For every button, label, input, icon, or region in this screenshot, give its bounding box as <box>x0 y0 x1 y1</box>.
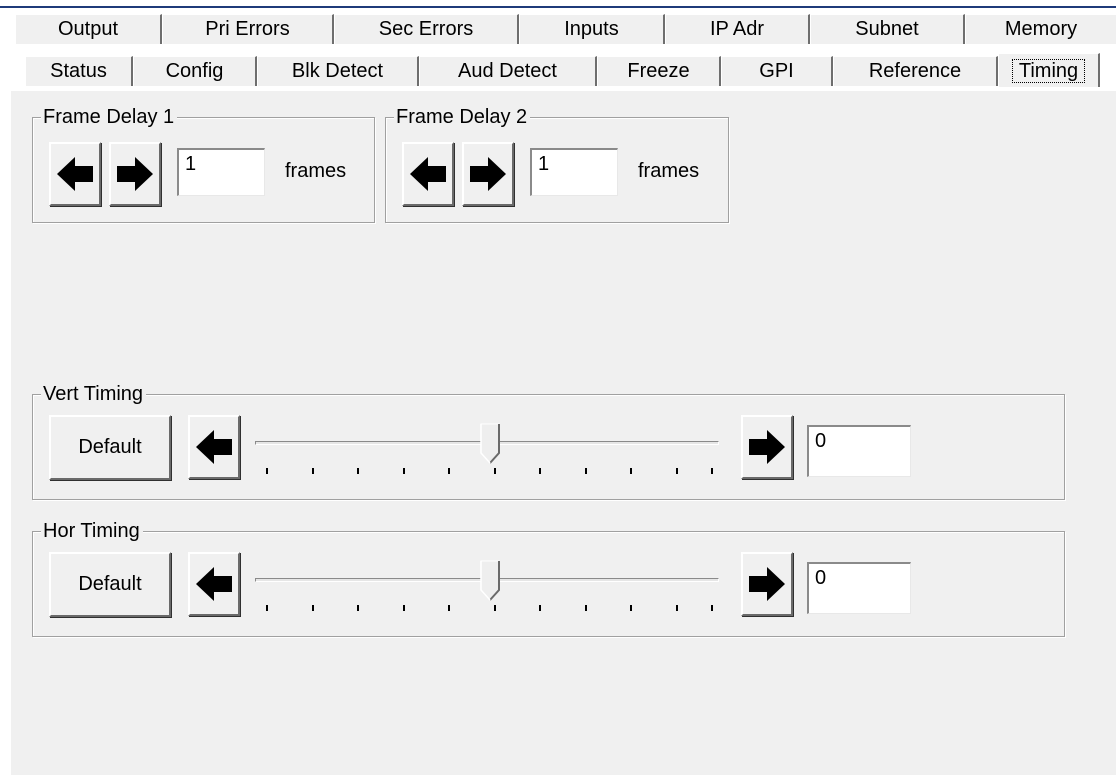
frame-delay-1-input[interactable]: 1 <box>177 148 265 196</box>
slider-tick <box>403 605 405 611</box>
tab-label: Pri Errors <box>205 18 290 40</box>
slider-thumb[interactable] <box>479 423 500 465</box>
tab-output[interactable]: Output <box>15 14 162 44</box>
tab-label: IP Adr <box>709 18 765 40</box>
unit-label: frames <box>285 160 347 182</box>
slider-tick <box>585 468 587 474</box>
slider-tick <box>539 468 541 474</box>
vert-timing-input[interactable]: 0 <box>807 425 911 477</box>
button-label: Default <box>78 436 142 458</box>
group-title: Frame Delay 1 <box>41 104 178 130</box>
arrow-left-icon <box>57 157 93 191</box>
frame-delay-2-group: Frame Delay 2 1 frames <box>385 104 729 223</box>
tab-label: Memory <box>1004 18 1078 40</box>
vert-default-button[interactable]: Default <box>49 415 171 480</box>
arrow-left-icon <box>196 430 232 464</box>
timing-panel: Frame Delay 1 1 frames Frame Delay 2 1 f… <box>10 90 1116 775</box>
slider-tick <box>448 605 450 611</box>
slider-tick <box>630 605 632 611</box>
slider-tick <box>312 468 314 474</box>
tab-reference[interactable]: Reference <box>833 56 998 86</box>
tab-label: Status <box>50 60 107 82</box>
slider-tick <box>676 605 678 611</box>
tab-label: Inputs <box>564 18 619 40</box>
button-label: Default <box>78 573 142 595</box>
hor-timing-group: Hor Timing Default 0 <box>32 518 1065 637</box>
increment-button[interactable] <box>462 142 514 206</box>
tab-label: Output <box>57 18 119 40</box>
vert-timing-group: Vert Timing Default 0 <box>32 381 1065 500</box>
hor-increment-button[interactable] <box>741 552 793 616</box>
tab-ip-adr[interactable]: IP Adr <box>665 14 810 44</box>
tab-memory[interactable]: Memory <box>965 14 1116 44</box>
arrow-right-icon <box>749 567 785 601</box>
hor-timing-slider[interactable] <box>255 560 723 620</box>
slider-thumb[interactable] <box>479 560 500 602</box>
slider-tick <box>403 468 405 474</box>
hor-decrement-button[interactable] <box>188 552 240 616</box>
tab-label: Timing <box>1011 58 1086 83</box>
window-top-border <box>0 6 1116 8</box>
tab-label: Freeze <box>627 60 690 82</box>
hor-timing-input[interactable]: 0 <box>807 562 911 614</box>
tab-status[interactable]: Status <box>25 56 133 86</box>
hor-default-button[interactable]: Default <box>49 552 171 617</box>
tab-gpi[interactable]: GPI <box>721 56 833 86</box>
tab-label: Config <box>165 60 224 82</box>
slider-tick <box>266 605 268 611</box>
tab-label: Reference <box>868 60 962 82</box>
vert-timing-slider[interactable] <box>255 423 723 483</box>
frame-delay-2-input[interactable]: 1 <box>530 148 618 196</box>
arrow-left-icon <box>410 157 446 191</box>
arrow-left-icon <box>196 567 232 601</box>
group-title: Hor Timing <box>41 518 143 544</box>
tab-label: Aud Detect <box>458 60 557 82</box>
slider-tick <box>312 605 314 611</box>
slider-tick <box>448 468 450 474</box>
slider-tick <box>357 605 359 611</box>
slider-tick <box>494 605 496 611</box>
group-title: Vert Timing <box>41 381 147 407</box>
increment-button[interactable] <box>109 142 161 206</box>
timing-window: Output Pri Errors Sec Errors Inputs IP A… <box>0 0 1116 775</box>
vert-decrement-button[interactable] <box>188 415 240 479</box>
slider-tick <box>494 468 496 474</box>
slider-tick <box>357 468 359 474</box>
arrow-right-icon <box>749 430 785 464</box>
tab-timing[interactable]: Timing <box>998 53 1100 87</box>
slider-tick <box>539 605 541 611</box>
tab-freeze[interactable]: Freeze <box>597 56 721 86</box>
decrement-button[interactable] <box>49 142 101 206</box>
unit-label: frames <box>638 160 700 182</box>
tab-sec-errors[interactable]: Sec Errors <box>334 14 519 44</box>
slider-tick <box>266 468 268 474</box>
frame-delay-1-group: Frame Delay 1 1 frames <box>32 104 375 223</box>
tab-pri-errors[interactable]: Pri Errors <box>162 14 334 44</box>
slider-tick <box>676 468 678 474</box>
tab-config[interactable]: Config <box>133 56 257 86</box>
slider-tick <box>585 605 587 611</box>
tab-aud-detect[interactable]: Aud Detect <box>419 56 597 86</box>
tab-subnet[interactable]: Subnet <box>810 14 965 44</box>
tab-blk-detect[interactable]: Blk Detect <box>257 56 419 86</box>
arrow-right-icon <box>117 157 153 191</box>
arrow-right-icon <box>470 157 506 191</box>
tab-label: GPI <box>759 60 794 82</box>
tab-label: Blk Detect <box>291 60 384 82</box>
group-title: Frame Delay 2 <box>394 104 531 130</box>
slider-tick <box>711 468 713 474</box>
tab-label: Subnet <box>855 18 919 40</box>
slider-tick <box>630 468 632 474</box>
decrement-button[interactable] <box>402 142 454 206</box>
vert-increment-button[interactable] <box>741 415 793 479</box>
slider-tick <box>711 605 713 611</box>
tab-inputs[interactable]: Inputs <box>519 14 665 44</box>
tab-label: Sec Errors <box>378 18 474 40</box>
